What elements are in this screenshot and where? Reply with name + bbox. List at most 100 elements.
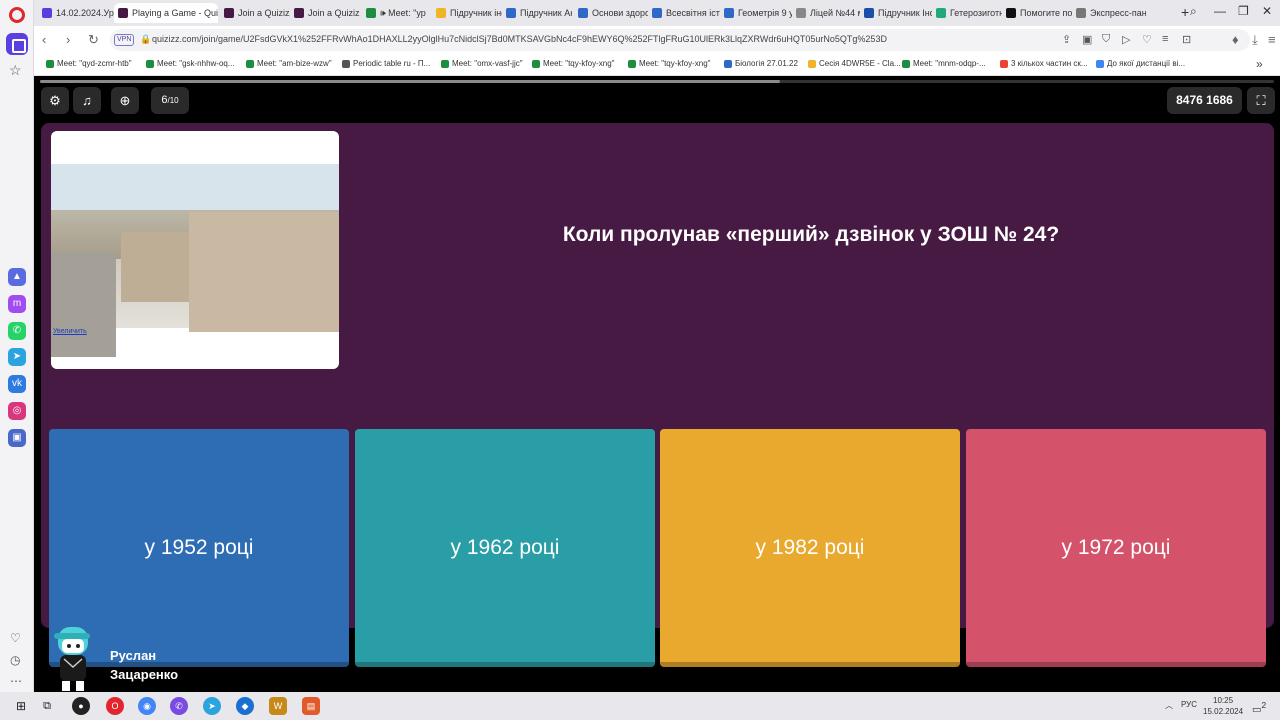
files-taskbar-icon[interactable]: ▤: [302, 697, 320, 715]
telegram-icon[interactable]: ➤: [8, 348, 26, 366]
url-field[interactable]: VPN 🔒 quizizz.com/join/game/U2FsdGVkX1%2…: [110, 29, 1250, 51]
player-name: Руслан Зацаренко: [110, 646, 178, 684]
answer-option-4[interactable]: у 1972 році: [966, 429, 1266, 667]
close-window-icon[interactable]: ✕: [1262, 4, 1272, 18]
reload-icon[interactable]: ↻: [88, 32, 99, 48]
language-indicator[interactable]: РУС: [1181, 700, 1197, 709]
bookmark-item[interactable]: 3 кількох частин ск...: [1000, 59, 1088, 68]
viber-taskbar-icon[interactable]: ✆: [170, 697, 188, 715]
tab-express-panel[interactable]: Экспресс-пане: [1072, 3, 1146, 23]
back-icon[interactable]: ‹: [42, 32, 46, 47]
restore-icon[interactable]: ❐: [1238, 4, 1249, 18]
bookmarks-bar: Meet: "qyd-zcmr-htb" Meet: "gsk-nhhw-oq.…: [34, 54, 1280, 76]
minimize-icon[interactable]: —: [1214, 4, 1226, 18]
instagram-icon[interactable]: ◎: [8, 402, 26, 420]
wow-taskbar-icon[interactable]: W: [269, 697, 287, 715]
messenger-icon[interactable]: m: [8, 295, 26, 313]
tab-lyceum[interactable]: Ліцей №44 м: [792, 3, 860, 23]
opera-taskbar-icon[interactable]: O: [106, 697, 124, 715]
tab-favicon-icon: [724, 8, 734, 18]
tab-label: Геометрія 9 у: [738, 8, 792, 18]
bookmark-item[interactable]: Meet: "tqy-kfoy-xng": [628, 59, 710, 68]
music-button[interactable]: ♫: [73, 87, 101, 114]
tab-health[interactable]: Основи здоро: [574, 3, 648, 23]
share-icon[interactable]: ⇪: [1062, 33, 1071, 46]
search-tabs-icon[interactable]: ⌕: [1190, 4, 1197, 19]
enlarge-image-link[interactable]: Увеличить: [53, 328, 87, 335]
bookmark-favicon-icon: [146, 60, 154, 68]
lock-icon[interactable]: 🔒: [140, 34, 151, 45]
answer-option-3[interactable]: у 1982 році: [660, 429, 960, 667]
question-counter: 6/10: [151, 87, 189, 114]
bookmarks-star-icon[interactable]: ☆: [9, 62, 22, 79]
question-image[interactable]: Увеличить: [51, 131, 339, 369]
forward-icon[interactable]: ›: [66, 32, 70, 47]
bookmark-item[interactable]: Meet: "omx-vasf-jjc": [441, 59, 523, 68]
tab-heterozygous[interactable]: Гетерозиготн: [932, 3, 1002, 23]
tab-label: Підручник інф: [450, 8, 502, 18]
tab-geometry[interactable]: Геометрія 9 у: [720, 3, 792, 23]
tab-label: Основи здоро: [592, 8, 648, 18]
play-icon[interactable]: ▷: [1122, 33, 1130, 46]
bookmark-item[interactable]: Meet: "gsk-nhhw-oq...: [146, 59, 235, 68]
answer-option-1[interactable]: у 1952 році: [49, 429, 349, 667]
shield-icon[interactable]: ⛉: [1102, 33, 1110, 46]
camera-icon[interactable]: ▣: [1082, 33, 1092, 46]
notifications-icon[interactable]: ▭2: [1252, 700, 1266, 715]
menu-lines-icon[interactable]: ≡: [1162, 33, 1168, 45]
tab-join-quizizz-1[interactable]: Join a Quizizz: [220, 3, 290, 23]
tab-textbook-1[interactable]: Підручник інф: [432, 3, 502, 23]
heart-icon[interactable]: ♡: [10, 631, 21, 645]
vk-icon[interactable]: vk: [8, 375, 26, 393]
aria-icon[interactable]: ▲: [8, 268, 26, 286]
fullscreen-button[interactable]: ⛶: [1247, 87, 1275, 114]
bookmark-item[interactable]: Meet: "mnm-odqp-...: [902, 59, 986, 68]
heart-outline-icon[interactable]: ♡: [1142, 33, 1152, 46]
history-icon[interactable]: ◷: [10, 653, 20, 667]
vpn-badge[interactable]: VPN: [114, 34, 135, 46]
bookmark-item[interactable]: До якої дистанції ві...: [1096, 59, 1185, 68]
question-progress-bar: [40, 80, 1274, 83]
tab-meet[interactable]: 🕪 Meet: "ур: [362, 3, 430, 23]
more-icon[interactable]: ⋯: [10, 674, 22, 688]
tab-join-quizizz-2[interactable]: Join a Quizizz: [290, 3, 360, 23]
tab-textbook-3[interactable]: Підручник Інф: [860, 3, 932, 23]
app-taskbar-icon[interactable]: ◆: [236, 697, 254, 715]
tab-history[interactable]: Всесвітня істо: [648, 3, 720, 23]
windows-start-icon[interactable]: ⊞: [12, 697, 30, 715]
bookmark-favicon-icon: [342, 60, 350, 68]
tray-arrow-icon[interactable]: ︿: [1165, 700, 1173, 711]
tab-lesson[interactable]: 14.02.2024.Ур: [38, 3, 114, 23]
extensions-icon[interactable]: ♦: [1232, 32, 1239, 47]
question-counter-total: /10: [167, 96, 179, 105]
tab-favicon-icon: [42, 8, 52, 18]
opera-logo-icon[interactable]: [9, 7, 25, 23]
bookmark-item[interactable]: Meet: "tqy-kfoy-xng": [532, 59, 614, 68]
telegram-taskbar-icon[interactable]: ➤: [203, 697, 221, 715]
tab-playing-game[interactable]: Playing a Game - Quizizz: [114, 3, 218, 23]
player-icon[interactable]: ▣: [8, 429, 26, 447]
url-text[interactable]: quizizz.com/join/game/U2FsdGVkX1%252FFRv…: [152, 34, 887, 44]
record-icon[interactable]: ●: [72, 697, 90, 715]
zoom-in-button[interactable]: ⊕: [111, 87, 139, 114]
answer-option-2[interactable]: у 1962 році: [355, 429, 655, 667]
whatsapp-icon[interactable]: ✆: [8, 322, 26, 340]
bookmark-item[interactable]: Біологія 27.01.22: [724, 59, 798, 68]
task-view-icon[interactable]: ⧉: [38, 697, 56, 715]
bookmark-item[interactable]: Meet: "am-bize-wzw": [246, 59, 332, 68]
chrome-taskbar-icon[interactable]: ◉: [138, 697, 156, 715]
tab-help[interactable]: Помогите пол: [1002, 3, 1072, 23]
tab-textbook-2[interactable]: Підручник Ан: [502, 3, 572, 23]
bookmark-item[interactable]: Periodic table ru - П...: [342, 59, 430, 68]
download-icon[interactable]: ⤓: [1252, 32, 1258, 48]
bookmark-item[interactable]: Meet: "qyd-zcmr-htb": [46, 59, 132, 68]
settings-gear-button[interactable]: ⚙: [41, 87, 69, 114]
wallet-icon[interactable]: ⊡: [1182, 33, 1191, 46]
new-tab-plus-icon[interactable]: +: [1181, 4, 1189, 20]
bookmark-item[interactable]: Сесія 4DWR5E - Cla...: [808, 59, 901, 68]
easy-setup-icon[interactable]: ≡: [1268, 32, 1276, 47]
speed-dial-icon[interactable]: [6, 33, 28, 55]
bookmark-label: Сесія 4DWR5E - Cla...: [819, 59, 901, 68]
clock[interactable]: 10:25 15.02.2024: [1203, 695, 1243, 717]
bookmarks-overflow-icon[interactable]: »: [1256, 57, 1263, 71]
